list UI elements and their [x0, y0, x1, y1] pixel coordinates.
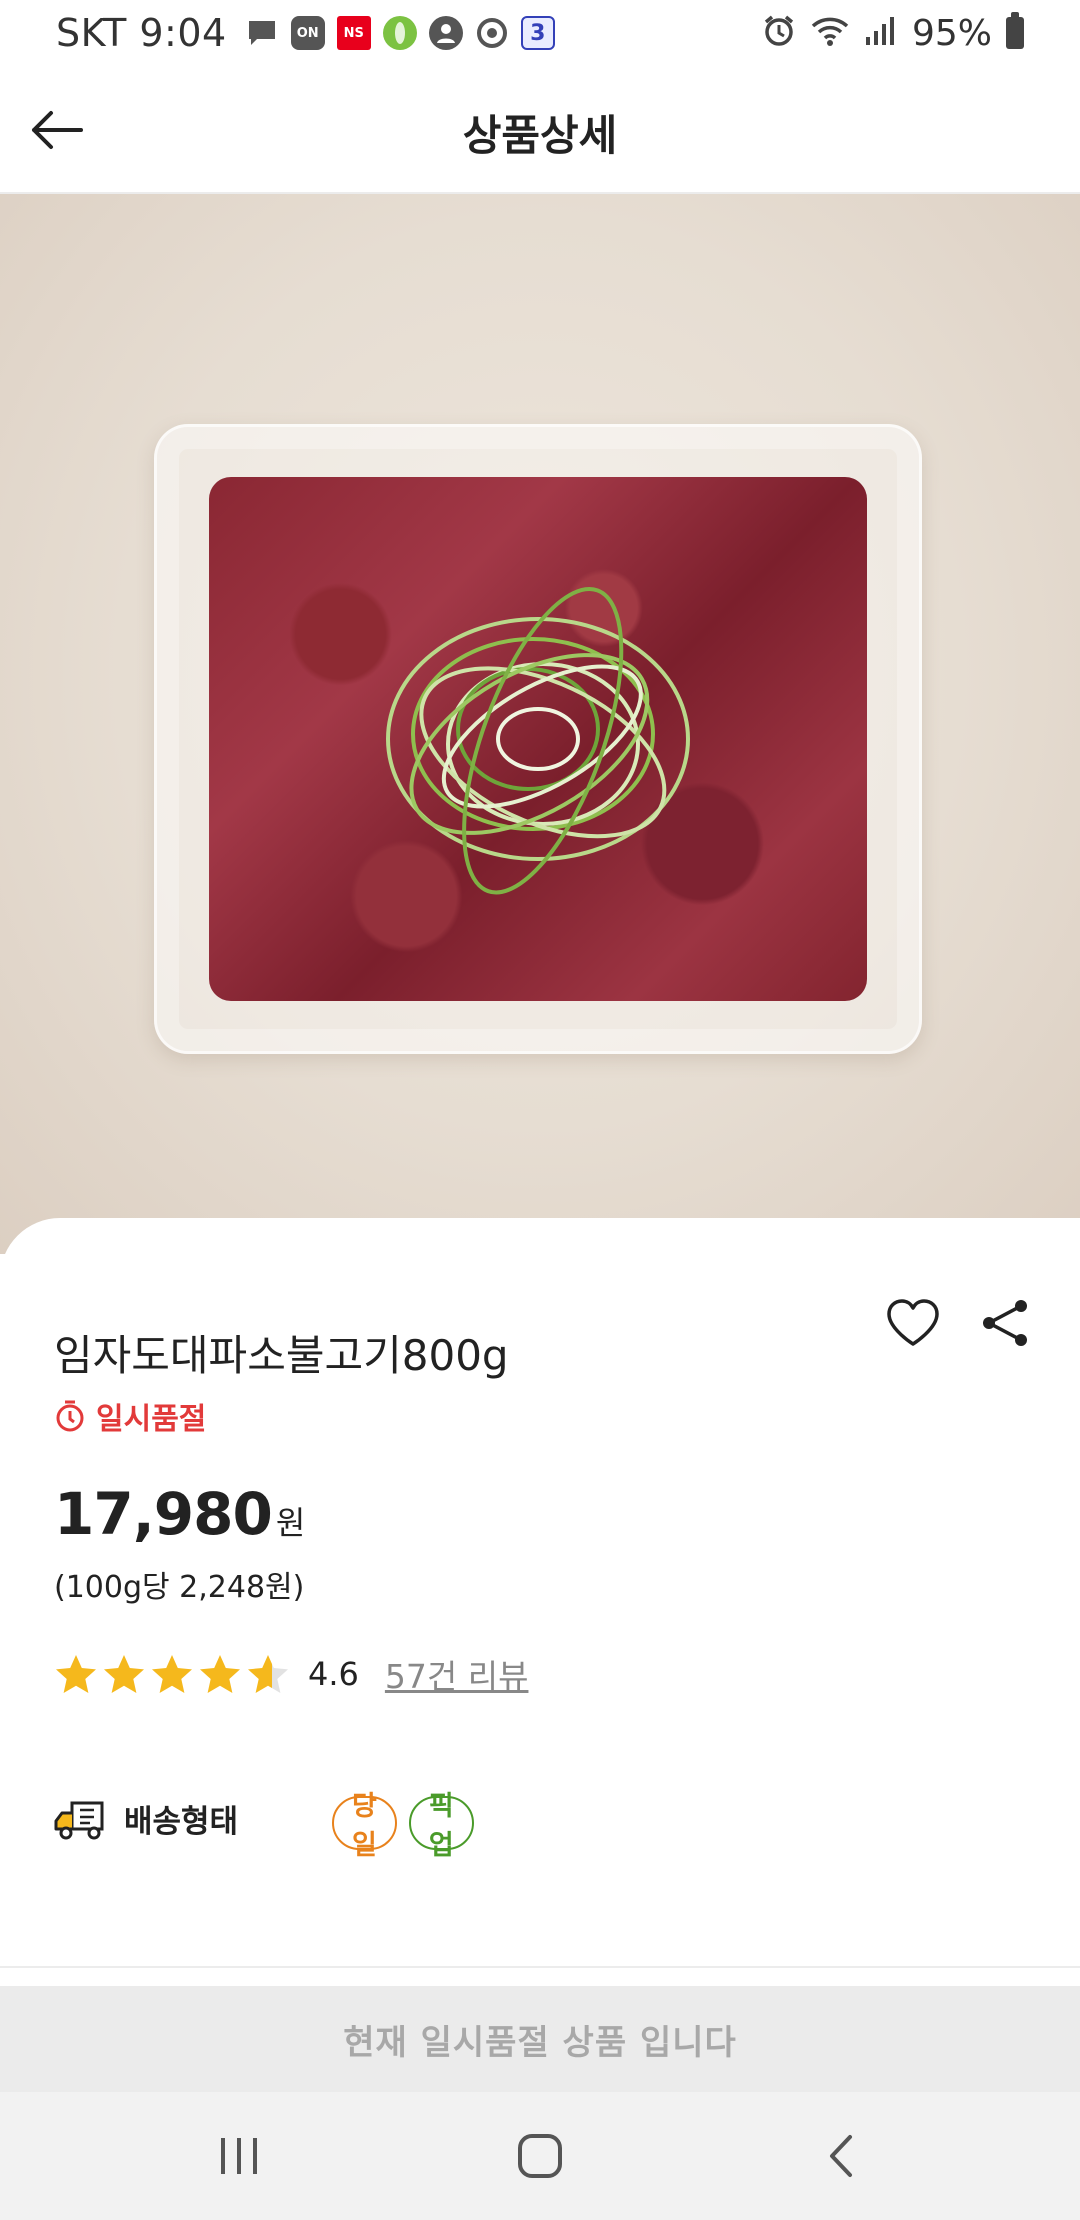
on-app-icon: ON — [290, 16, 325, 50]
page-title: 상품상세 — [462, 111, 618, 160]
recent-apps-button[interactable] — [194, 2116, 284, 2196]
carrier-time: SKT 9:04 — [56, 11, 227, 55]
stock-status-text: 일시품절 — [96, 1402, 207, 1437]
share-icon — [983, 1300, 1027, 1346]
status-bar-left: SKT 9:04 ON NS 3 — [56, 10, 555, 56]
delivery-label: 배송형태 — [124, 1804, 239, 1840]
badge-pickup: 픽업 — [408, 1791, 474, 1861]
star-icon — [248, 1655, 288, 1693]
badge-same-day: 당일 — [332, 1791, 397, 1861]
star-icon — [200, 1655, 240, 1693]
rating-value: 4.6 — [308, 1655, 359, 1693]
product-tray-image — [154, 424, 922, 1054]
star-rating — [54, 1653, 290, 1695]
home-icon — [518, 2134, 562, 2178]
star-icon — [104, 1655, 144, 1693]
signal-icon — [864, 15, 898, 51]
soldout-message: 현재 일시품절 상품 입니다 — [343, 2022, 737, 2063]
divider — [0, 1966, 1080, 1968]
calendar-3-icon: 3 — [520, 16, 555, 50]
system-nav-bar — [0, 2092, 1080, 2220]
bulgogi-meat-image — [209, 477, 867, 1001]
status-bar: SKT 9:04 ON NS 3 95% — [0, 0, 1080, 66]
wishlist-button[interactable] — [880, 1290, 946, 1356]
stock-status: 일시품절 — [54, 1394, 206, 1438]
heart-icon — [887, 1299, 939, 1346]
app-header: 상품상세 — [0, 66, 1080, 194]
scallion-garnish-image — [386, 586, 690, 895]
price-value: 17,980 — [54, 1480, 273, 1548]
ns-app-icon: NS — [336, 16, 371, 50]
delivery-truck-icon — [54, 1801, 104, 1839]
star-icon — [152, 1655, 192, 1693]
share-button[interactable] — [972, 1290, 1038, 1356]
home-button[interactable] — [495, 2116, 585, 2196]
price-currency: 원 — [275, 1504, 306, 1542]
timer-icon — [56, 1400, 84, 1432]
recent-apps-icon — [221, 2138, 257, 2174]
chevron-left-icon — [830, 2135, 852, 2177]
account-icon — [428, 16, 463, 50]
product-image — [0, 194, 1080, 1254]
rating-row: 4.6 57건 리뷰 — [54, 1650, 528, 1698]
product-name: 임자도대파소불고기800g — [54, 1331, 509, 1380]
delivery-row: 배송형태 당일 픽업 — [54, 1791, 474, 1861]
wifi-icon — [810, 14, 850, 52]
green-app-icon — [382, 16, 417, 50]
battery-percent: 95% — [911, 12, 992, 54]
product-detail-sheet: 임자도대파소불고기800g 일시품절 17,980 원 (100g당 2,248… — [0, 1218, 1080, 1970]
status-bar-right: 95% — [762, 10, 1024, 56]
review-link[interactable]: 57건 리뷰 — [385, 1650, 529, 1698]
price-row: 17,980 원 — [54, 1480, 305, 1548]
unit-price: (100g당 2,248원) — [54, 1570, 305, 1605]
battery-icon — [1006, 12, 1024, 49]
message-icon — [245, 16, 279, 50]
soldout-button[interactable]: 현재 일시품절 상품 입니다 — [0, 1986, 1080, 2092]
system-back-button[interactable] — [796, 2116, 886, 2196]
alarm-icon — [762, 14, 796, 52]
chrome-icon — [475, 16, 509, 50]
delivery-badges: 당일 픽업 — [332, 1791, 474, 1861]
star-icon — [56, 1655, 96, 1693]
